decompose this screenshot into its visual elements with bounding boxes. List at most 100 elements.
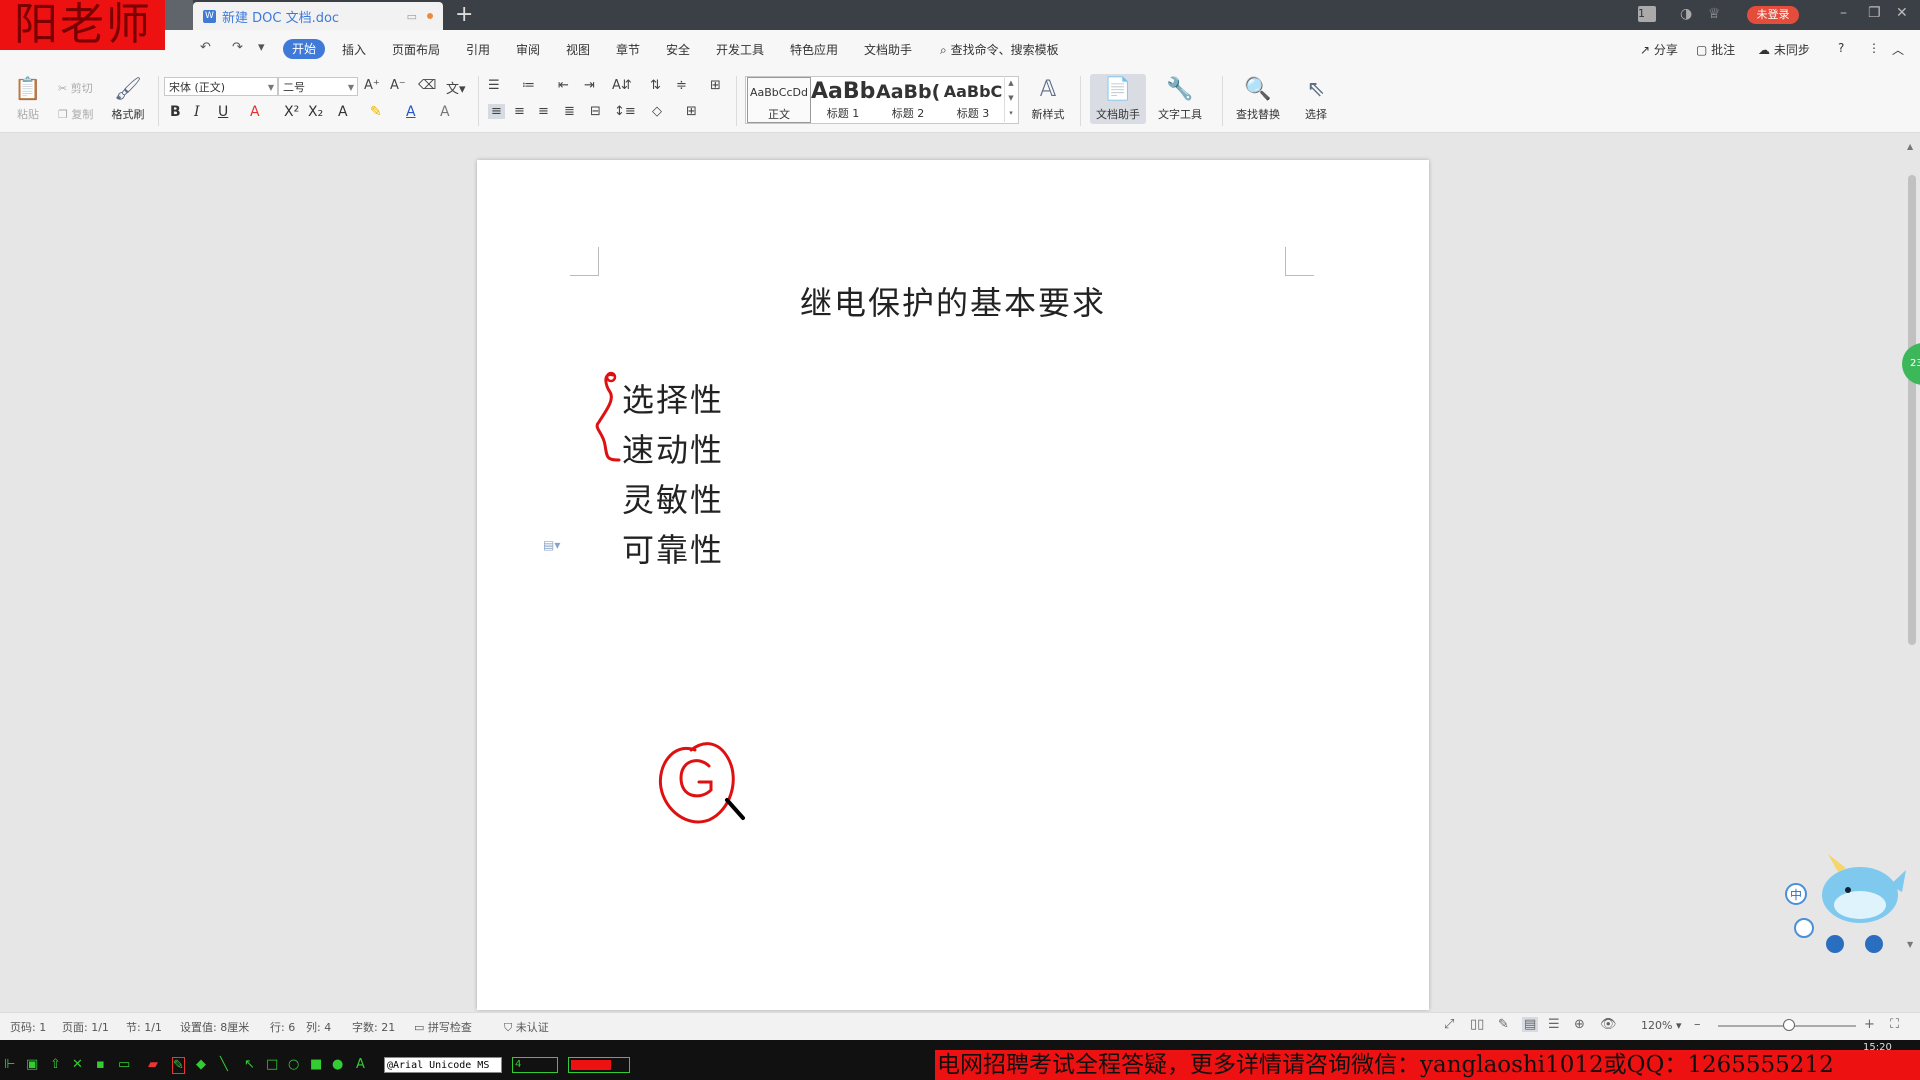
menu-chapter[interactable]: 章节 [616,41,640,58]
doc-assistant-button[interactable]: 📄 文档助手 [1096,76,1140,122]
doc-line-speed[interactable]: 速动性 [622,425,724,471]
draw-open-icon[interactable]: ▭ [118,1057,130,1072]
menu-doc-assistant[interactable]: 文档助手 [864,41,912,58]
phonetic-guide-icon[interactable]: 文▾ [446,78,466,97]
document-tab[interactable]: W 新建 DOC 文档.doc ▭ [193,2,443,30]
status-pages[interactable]: 页面: 1/1 [62,1019,109,1035]
help-button[interactable]: ? [1838,41,1844,55]
table-icon[interactable]: ⊞ [710,78,721,93]
cut-button[interactable]: ✂ 剪切 [58,80,93,96]
draw-font-select[interactable]: @Arial Unicode MS [384,1057,502,1073]
draw-up-icon[interactable]: ⇧ [50,1057,61,1072]
shrink-font-icon[interactable]: A⁻ [390,78,406,93]
draw-size-select[interactable]: 4 [512,1057,558,1073]
clear-format-icon[interactable]: ⌫ [418,78,436,93]
more-options-icon[interactable]: ⋮ [1868,41,1880,55]
restore-icon[interactable]: ❐ [1868,5,1881,21]
collapse-ribbon-icon[interactable]: ︿ [1892,41,1904,58]
style-gallery[interactable]: AaBbCcDd 正文 AaBb 标题 1 AaBb( 标题 2 AaBbC 标… [745,76,1019,124]
menu-page-layout[interactable]: 页面布局 [392,41,440,58]
zoom-in-icon[interactable]: + [1864,1017,1875,1032]
zoom-slider-knob[interactable] [1783,1019,1795,1031]
font-name-select[interactable]: 宋体 (正文) ▼ [164,77,278,96]
line-spacing-icon[interactable]: ↕≡ [614,104,636,119]
shirt-icon[interactable]: ♕ [1708,6,1721,22]
status-page-number[interactable]: 页码: 1 [10,1019,46,1035]
select-button[interactable]: ⇖ 选择 [1294,76,1338,122]
sort-icon[interactable]: ⇅ [650,78,661,93]
spell-check-button[interactable]: ▭ 拼写检查 [414,1019,472,1035]
find-replace-button[interactable]: 🔍 查找替换 [1236,76,1280,122]
bold-icon[interactable]: B [170,104,181,120]
draw-window-icon[interactable]: ▣ [26,1057,38,1072]
eye-protection-icon[interactable]: 👁 [1600,1017,1617,1032]
paragraph-spacing-icon[interactable]: ≑ [676,78,687,93]
menu-reference[interactable]: 引用 [466,41,490,58]
zoom-level[interactable]: 120% ▾ [1641,1019,1681,1032]
menu-view[interactable]: 视图 [566,41,590,58]
page-view-icon[interactable]: ▤ [1522,1017,1539,1032]
window-count-badge[interactable]: 1 [1638,6,1656,22]
tab-monitor-icon[interactable]: ▭ [407,10,417,23]
zoom-out-icon[interactable]: – [1694,1017,1701,1032]
copy-button[interactable]: ❐ 复制 [58,106,93,122]
style-normal[interactable]: AaBbCcDd 正文 [747,77,811,123]
superscript-icon[interactable]: X² [284,104,299,120]
decrease-indent-icon[interactable]: ⇤ [558,78,569,93]
align-left-icon[interactable]: ≡ [488,104,505,119]
skin-icon[interactable]: ◑ [1680,6,1692,22]
status-setting[interactable]: 设置值: 8厘米 [180,1019,249,1035]
filled-rect-tool-icon[interactable]: ■ [310,1057,322,1072]
pen-tool-icon[interactable]: ✎ [172,1057,185,1074]
close-icon[interactable]: ✕ [1896,5,1908,21]
numbered-list-icon[interactable]: ≔ [522,78,535,93]
bullet-list-icon[interactable]: ☰ [488,78,500,93]
doc-line-reliability[interactable]: 可靠性 [622,525,724,571]
doc-line-selectivity[interactable]: 选择性 [622,375,724,421]
eraser-icon[interactable]: ▰ [148,1057,158,1072]
menu-dev-tools[interactable]: 开发工具 [716,41,764,58]
scroll-up-icon[interactable]: ▲ [1907,142,1913,151]
arrow-tool-icon[interactable]: ↖ [244,1057,255,1072]
subscript-icon[interactable]: X₂ [308,104,323,120]
draw-save-icon[interactable]: ▪ [96,1057,105,1072]
text-tools-button[interactable]: 🔧 文字工具 [1158,76,1202,122]
new-style-button[interactable]: 𝔸 新样式 [1026,76,1070,122]
status-section[interactable]: 节: 1/1 [126,1019,162,1035]
command-search[interactable]: ⌕ 查找命令、搜索模板 [940,41,1059,58]
comment-button[interactable]: ▢ 批注 [1696,41,1735,58]
paste-button[interactable]: 📋 粘贴 [6,76,50,122]
align-right-icon[interactable]: ≡ [538,104,549,119]
share-button[interactable]: ↗ 分享 [1640,41,1678,58]
style-heading-3[interactable]: AaBbC 标题 3 [941,77,1005,123]
unsaved-dot-icon[interactable] [427,13,433,19]
style-gallery-scroll[interactable]: ▲ ▼ ▾ [1004,76,1017,122]
read-mode-icon[interactable]: ▯▯ [1470,1017,1484,1032]
highlight-icon[interactable]: ✎ [370,104,382,120]
doc-line-sensitivity[interactable]: 灵敏性 [622,475,724,521]
align-center-icon[interactable]: ≡ [514,104,525,119]
text-tool-icon[interactable]: A [356,1057,365,1072]
font-color-icon[interactable]: A [406,104,416,120]
menu-insert[interactable]: 插入 [342,41,366,58]
sync-button[interactable]: ☁ 未同步 [1758,41,1810,58]
home-tab[interactable] [165,0,193,30]
minimize-icon[interactable]: – [1840,5,1847,21]
fit-window-icon[interactable]: ⛶ [1890,1017,1899,1032]
redo-icon[interactable]: ↷ [232,40,243,55]
borders-icon[interactable]: ⊞ [686,104,697,119]
text-effect-icon[interactable]: A [338,104,348,120]
status-word-count[interactable]: 字数: 21 [352,1019,395,1035]
quick-access-more-icon[interactable]: ▾ [258,40,265,55]
grow-font-icon[interactable]: A⁺ [364,78,380,93]
increase-indent-icon[interactable]: ⇥ [584,78,595,93]
style-heading-2[interactable]: AaBb( 标题 2 [876,77,940,123]
font-size-select[interactable]: 二号 ▼ [278,77,358,96]
text-direction-icon[interactable]: A⇵ [612,78,632,93]
format-painter-button[interactable]: 🖌 格式刷 [106,76,150,122]
whale-mascot[interactable]: 中 [1780,850,1910,960]
menu-special-apps[interactable]: 特色应用 [790,41,838,58]
shading-icon[interactable]: ◇ [652,104,662,119]
status-row[interactable]: 行: 6 [270,1019,295,1035]
pen-mode-icon[interactable]: ✎ [1498,1017,1509,1032]
